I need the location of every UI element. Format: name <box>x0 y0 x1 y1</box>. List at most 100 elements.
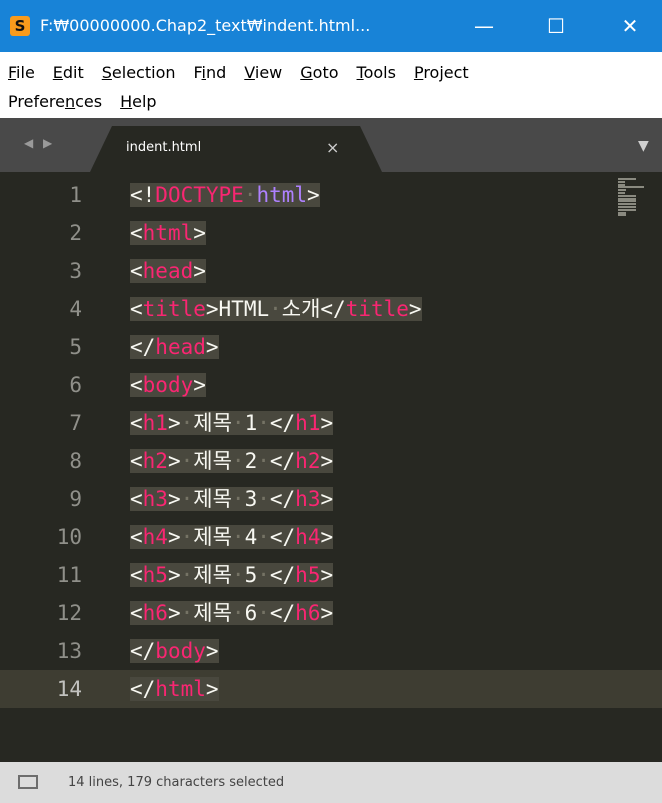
tab-dropdown-icon[interactable]: ▼ <box>638 138 649 154</box>
code-token: < <box>130 563 143 587</box>
line-number: 2 <box>69 221 82 245</box>
menu-mnemonic: E <box>52 63 63 82</box>
menu-mnemonic: P <box>413 63 424 82</box>
line-number: 1 <box>69 183 82 207</box>
code-token: 4 <box>244 525 258 549</box>
code-token: · <box>257 601 270 625</box>
code-token: 3 <box>244 487 258 511</box>
selected-text: </head> <box>130 335 219 359</box>
code-token: > <box>205 677 219 701</box>
line-number: 4 <box>69 297 82 321</box>
minimap-line <box>618 208 636 211</box>
menu-mnemonic: G <box>300 63 313 82</box>
panel-toggle-icon[interactable] <box>18 775 38 789</box>
line-number: 6 <box>69 373 82 397</box>
code-token: DOCTYPE <box>155 183 244 207</box>
line-number: 14 <box>56 677 82 701</box>
code-token: > <box>320 449 334 473</box>
minimap-line <box>618 200 636 203</box>
menu-row-2: Preferences Help <box>8 86 175 118</box>
minimap[interactable] <box>618 178 644 218</box>
selected-text: <h5>·제목·5·</h5> <box>130 563 334 587</box>
code-token: html <box>155 677 206 701</box>
selected-text: <title>HTML·소개</title> <box>130 297 422 321</box>
code-line[interactable]: <h3>·제목·3·</h3> <box>130 480 334 518</box>
code-token: · <box>257 487 270 511</box>
status-text: 14 lines, 179 characters selected <box>68 775 285 790</box>
line-number-gutter: 1 2 3 4 5 6 7 8 9 10 11 12 13 14 <box>0 172 96 762</box>
code-line[interactable]: <h4>·제목·4·</h4> <box>130 518 334 556</box>
code-token: > <box>205 297 219 321</box>
line-number: 10 <box>56 525 82 549</box>
line-number: 7 <box>69 411 82 435</box>
code-line[interactable]: <h6>·제목·6·</h6> <box>130 594 334 632</box>
tab-bar: ◀ ▶ indent.html × ▼ <box>0 118 662 172</box>
menu-mnemonic: T <box>356 63 364 82</box>
code-token: h1 <box>142 411 168 435</box>
menu-item-selection[interactable]: Selection <box>102 57 176 89</box>
tab-indent-html[interactable]: indent.html × <box>90 126 382 172</box>
tab-close-icon[interactable]: × <box>326 138 339 157</box>
code-token: > <box>167 411 181 435</box>
code-line[interactable]: <!DOCTYPE·html> <box>130 176 320 214</box>
code-token: > <box>307 183 320 207</box>
menu-item-project[interactable]: Project <box>414 57 469 89</box>
code-line[interactable]: <body> <box>130 366 206 404</box>
code-line[interactable]: <h5>·제목·5·</h5> <box>130 556 334 594</box>
minimap-line <box>618 186 644 189</box>
code-token: 소개 <box>281 297 321 321</box>
code-token: > <box>167 487 181 511</box>
menu-mnemonic: H <box>120 92 133 111</box>
code-token: · <box>231 411 245 435</box>
menu-label-part: dit <box>62 63 84 82</box>
minimize-button[interactable]: — <box>460 0 508 52</box>
code-token: 제목 <box>193 411 232 435</box>
code-line[interactable]: </body> <box>130 632 219 670</box>
menu-item-preferences[interactable]: Preferences <box>8 86 102 118</box>
selected-text: <h6>·제목·6·</h6> <box>130 601 334 625</box>
code-token: > <box>167 449 181 473</box>
menu-item-help[interactable]: Help <box>120 86 156 118</box>
minimap-line <box>618 180 626 183</box>
maximize-button[interactable]: ☐ <box>532 0 580 52</box>
code-token: html <box>142 221 194 245</box>
minimap-line <box>618 211 627 214</box>
code-token: title <box>345 297 409 321</box>
menu-item-view[interactable]: View <box>244 57 282 89</box>
code-token: · <box>180 449 194 473</box>
tab-nav-arrows-icon[interactable]: ◀ ▶ <box>24 136 55 150</box>
menu-item-edit[interactable]: Edit <box>53 57 84 89</box>
code-line[interactable]: </head> <box>130 328 219 366</box>
menu-mnemonic: F <box>8 63 17 82</box>
code-token: > <box>408 297 422 321</box>
close-button[interactable]: ✕ <box>606 0 654 52</box>
code-token: </ <box>130 335 156 359</box>
code-line[interactable]: <head> <box>130 252 206 290</box>
menu-label-part: elp <box>132 92 157 111</box>
menu-item-tools[interactable]: Tools <box>357 57 396 89</box>
menu-bar: File Edit Selection Find View Goto Tools Projec… <box>0 52 662 118</box>
code-line[interactable]: <title>HTML·소개</title> <box>130 290 422 328</box>
minimap-line <box>618 194 636 197</box>
code-token: · <box>180 525 194 549</box>
line-number: 13 <box>56 639 82 663</box>
code-token: </ <box>269 487 296 511</box>
menu-row-1: File Edit Selection Find View Goto Tools Projec… <box>8 57 487 89</box>
code-token: h4 <box>295 525 321 549</box>
code-line[interactable]: </html> <box>130 670 219 708</box>
title-bar[interactable]: S F:₩00000000.Chap2_text₩indent.html... … <box>0 0 662 52</box>
code-token: · <box>180 563 194 587</box>
menu-item-goto[interactable]: Goto <box>300 57 338 89</box>
code-line[interactable]: <h1>·제목·1·</h1> <box>130 404 334 442</box>
code-line[interactable]: <html> <box>130 214 206 252</box>
code-token: · <box>257 563 270 587</box>
code-line[interactable]: <h2>·제목·2·</h2> <box>130 442 334 480</box>
code-token: h4 <box>142 525 168 549</box>
menu-item-find[interactable]: Find <box>194 57 227 89</box>
code-token: · <box>257 449 270 473</box>
code-token: </ <box>269 601 296 625</box>
menu-label-part: nd <box>206 63 227 82</box>
menu-label-part: ools <box>363 63 396 82</box>
code-editor[interactable]: 1 2 3 4 5 6 7 8 9 10 11 12 13 14 <!DOCTYPE·html> <html… <box>0 172 662 762</box>
menu-item-file[interactable]: File <box>8 57 35 89</box>
